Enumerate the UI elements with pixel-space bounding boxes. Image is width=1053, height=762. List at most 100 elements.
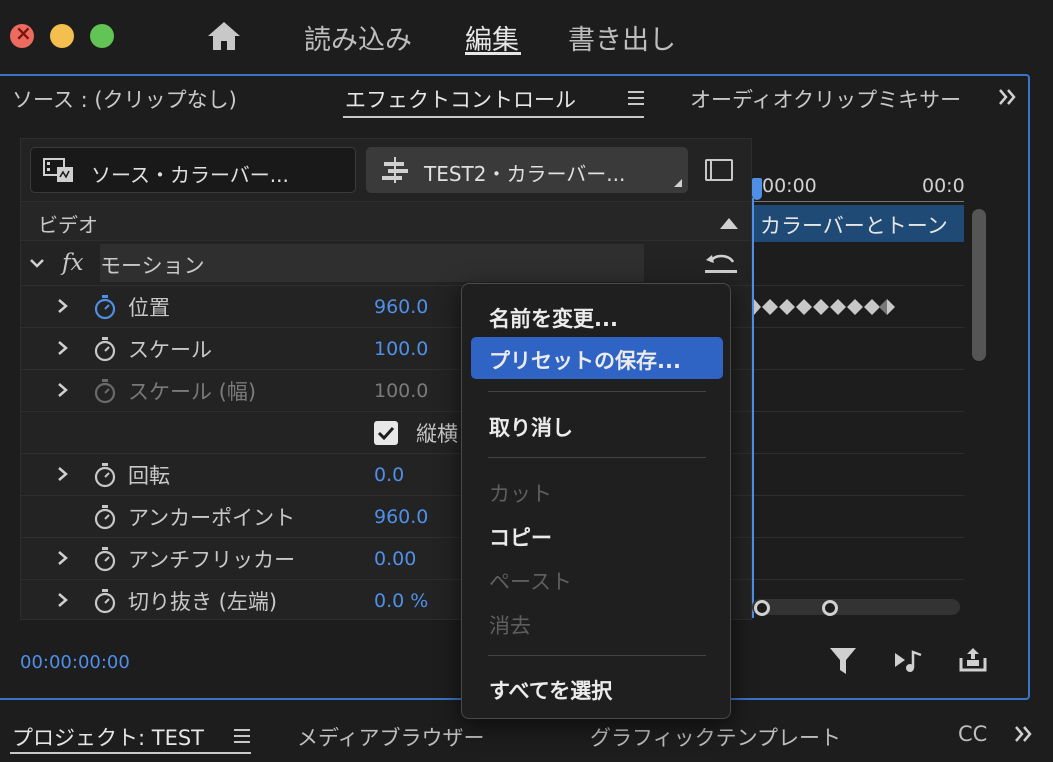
title-bar: 読み込み 編集 書き出し [0, 0, 1053, 74]
tab-effect-controls[interactable]: エフェクトコントロール [345, 84, 576, 114]
active-tab-indicator [343, 116, 644, 118]
stopwatch-active-icon[interactable] [93, 294, 117, 320]
property-value: 100.0 [374, 380, 429, 402]
film-icon [43, 158, 73, 182]
stopwatch-icon[interactable] [93, 336, 117, 362]
fx-toggle-icon[interactable]: fx [62, 250, 83, 276]
menu-item-label: ペースト [489, 570, 572, 594]
tab-audio-clip-mixer[interactable]: オーディオクリップミキサー [690, 84, 985, 114]
property-value[interactable]: 960.0 [374, 296, 428, 318]
chevron-right-icon[interactable] [57, 382, 69, 398]
menu-item-label: カット [489, 482, 552, 506]
zoom-handle-right[interactable] [822, 600, 838, 616]
property-value[interactable]: 0.0 [374, 464, 404, 486]
timeline-clip[interactable]: カラーバーとトーン [754, 205, 964, 242]
timeline-row-divider [754, 537, 964, 538]
menu-item-label: すべてを選択 [489, 679, 613, 703]
timeline-zoom-scrollbar[interactable] [752, 599, 960, 616]
export-frame-icon[interactable] [958, 646, 988, 676]
menu-item-select-all[interactable]: すべてを選択 [471, 667, 723, 709]
chevron-right-icon[interactable] [57, 340, 69, 356]
collapse-arrow-icon[interactable] [720, 218, 738, 229]
timeline-ruler[interactable] [752, 196, 964, 202]
property-name: 切り抜き (左端) [128, 590, 278, 614]
panel-menu-icon[interactable] [628, 91, 644, 105]
chevron-right-icon[interactable] [57, 298, 69, 314]
timeline-row-divider [754, 495, 964, 496]
chevron-right-icon[interactable] [57, 592, 69, 608]
menu-item-clear: 消去 [471, 602, 723, 644]
timeline-row-divider [754, 411, 964, 412]
stopwatch-icon[interactable] [93, 462, 117, 488]
chevron-down-icon[interactable] [30, 256, 44, 270]
timeline-row-divider [754, 327, 964, 328]
tabs-overflow-icon[interactable] [1013, 724, 1033, 744]
chevron-right-icon[interactable] [57, 550, 69, 566]
tab-project[interactable]: プロジェクト: TEST [12, 722, 204, 752]
menu-item-undo[interactable]: 取り消し [471, 404, 723, 446]
timeline-scrollbar[interactable] [972, 209, 986, 361]
menu-separator [488, 391, 706, 392]
menu-item-copy[interactable]: コピー [471, 514, 723, 556]
keyframe-markers[interactable] [754, 297, 904, 317]
menu-item-cut: カット [471, 470, 723, 512]
video-section-label: ビデオ [38, 213, 98, 237]
home-icon[interactable] [206, 20, 242, 52]
property-value[interactable]: 100.0 [374, 338, 428, 360]
reset-parameter-icon[interactable] [703, 250, 739, 276]
active-tab-indicator [10, 752, 251, 754]
stopwatch-disabled-icon [94, 379, 116, 404]
tab-media-browser[interactable]: メディアブラウザー [297, 722, 485, 752]
stopwatch-icon[interactable] [93, 588, 117, 614]
panel-overflow-icon[interactable] [997, 87, 1017, 107]
sequence-clip-label: TEST2・カラーバー... [424, 162, 626, 186]
sequence-clip-selector[interactable]: TEST2・カラーバー... [366, 147, 688, 193]
uniform-scale-label: 縦横 [416, 422, 458, 446]
property-value[interactable]: 960.0 [374, 506, 428, 528]
source-clip-label: ソース・カラーバー... [91, 163, 289, 187]
workspace-active-indicator [465, 52, 521, 55]
menu-separator [488, 457, 706, 458]
check-icon [377, 426, 395, 441]
uniform-scale-checkbox[interactable] [374, 421, 398, 445]
timeline-clip-label: カラーバーとトーン [760, 214, 948, 238]
play-audio-icon[interactable] [893, 646, 925, 676]
menu-item-rename[interactable]: 名前を変更... [471, 295, 723, 337]
property-value[interactable]: 0.00 [374, 548, 416, 570]
property-name: スケール (幅) [128, 380, 257, 404]
tab-graphic-templates[interactable]: グラフィックテンプレート [590, 722, 841, 752]
source-clip-selector[interactable]: ソース・カラーバー... [30, 147, 356, 193]
property-name: アンカーポイント [128, 506, 296, 530]
playhead-line[interactable] [752, 198, 754, 618]
stopwatch-icon[interactable] [93, 504, 117, 530]
property-name: 回転 [128, 464, 170, 488]
filter-icon[interactable] [829, 646, 857, 676]
context-menu: 名前を変更... プリセットの保存... 取り消し カット コピー ペースト 消… [461, 283, 731, 719]
timeline-ruler-label: 00:00 [762, 175, 817, 197]
playhead-handle[interactable] [752, 178, 762, 200]
property-value[interactable]: 0.0 % [374, 590, 428, 612]
minimize-window-button[interactable] [50, 24, 74, 48]
close-window-button[interactable] [10, 21, 34, 48]
chevron-right-icon[interactable] [57, 466, 69, 482]
timeline-row-divider [754, 369, 964, 370]
property-name: アンチフリッカー [128, 548, 296, 572]
workspace-import-tab[interactable]: 読み込み [304, 18, 412, 57]
workspace-export-tab[interactable]: 書き出し [568, 18, 676, 57]
effect-name: モーション [100, 254, 205, 278]
menu-item-label: 取り消し [489, 416, 573, 440]
menu-item-save-preset[interactable]: プリセットの保存... [471, 337, 723, 379]
tab-source[interactable]: ソース : (クリップなし) [12, 84, 237, 114]
timeline-row-divider [754, 579, 964, 580]
zoom-window-button[interactable] [90, 24, 114, 48]
tab-cc[interactable]: CC [958, 722, 987, 746]
current-timecode[interactable]: 00:00:00:00 [20, 652, 130, 673]
stopwatch-icon[interactable] [93, 546, 117, 572]
menu-item-label: プリセットの保存... [489, 349, 681, 373]
property-name: 位置 [128, 296, 170, 320]
toggle-timeline-icon[interactable] [705, 159, 733, 181]
menu-item-label: コピー [489, 526, 552, 550]
zoom-handle-left[interactable] [754, 600, 770, 616]
panel-menu-icon[interactable] [234, 729, 250, 743]
effect-motion-row[interactable]: モーション [100, 244, 644, 282]
